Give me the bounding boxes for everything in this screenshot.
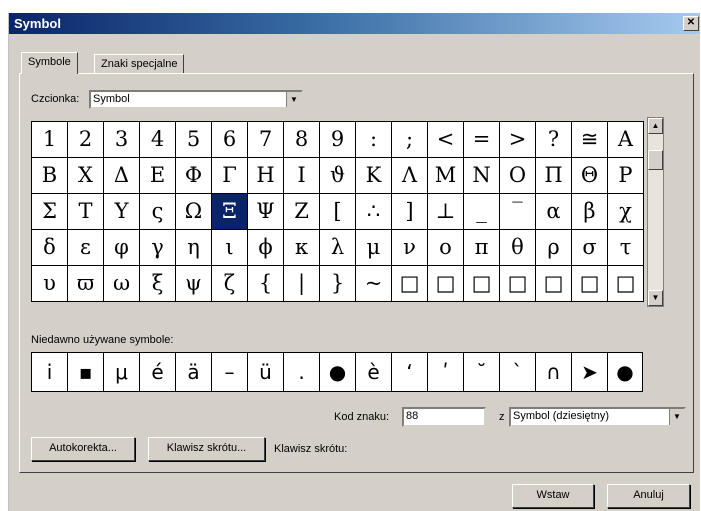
insert-button-label: Wstaw [536, 489, 570, 501]
tab-znaki-specjalne[interactable]: Znaki specjalne [94, 54, 185, 74]
title-bar: Symbol ✕ [9, 13, 700, 34]
tab-znaki-specjalne-label: Znaki specjalne [101, 58, 178, 70]
dialog-title: Symbol [14, 16, 61, 31]
close-button[interactable]: ✕ [683, 16, 699, 31]
cancel-button-label: Anuluj [633, 489, 664, 501]
cancel-button[interactable]: Anuluj [607, 484, 690, 508]
top-strip [0, 0, 701, 13]
close-icon: ✕ [686, 17, 696, 28]
tab-symbole-label: Symbole [28, 56, 71, 68]
insert-button[interactable]: Wstaw [512, 484, 594, 508]
tab-panel [19, 73, 694, 473]
tab-symbole[interactable]: Symbole [21, 52, 78, 74]
symbol-dialog: Symbol ✕ Symbole Znaki specjalne [8, 13, 700, 511]
